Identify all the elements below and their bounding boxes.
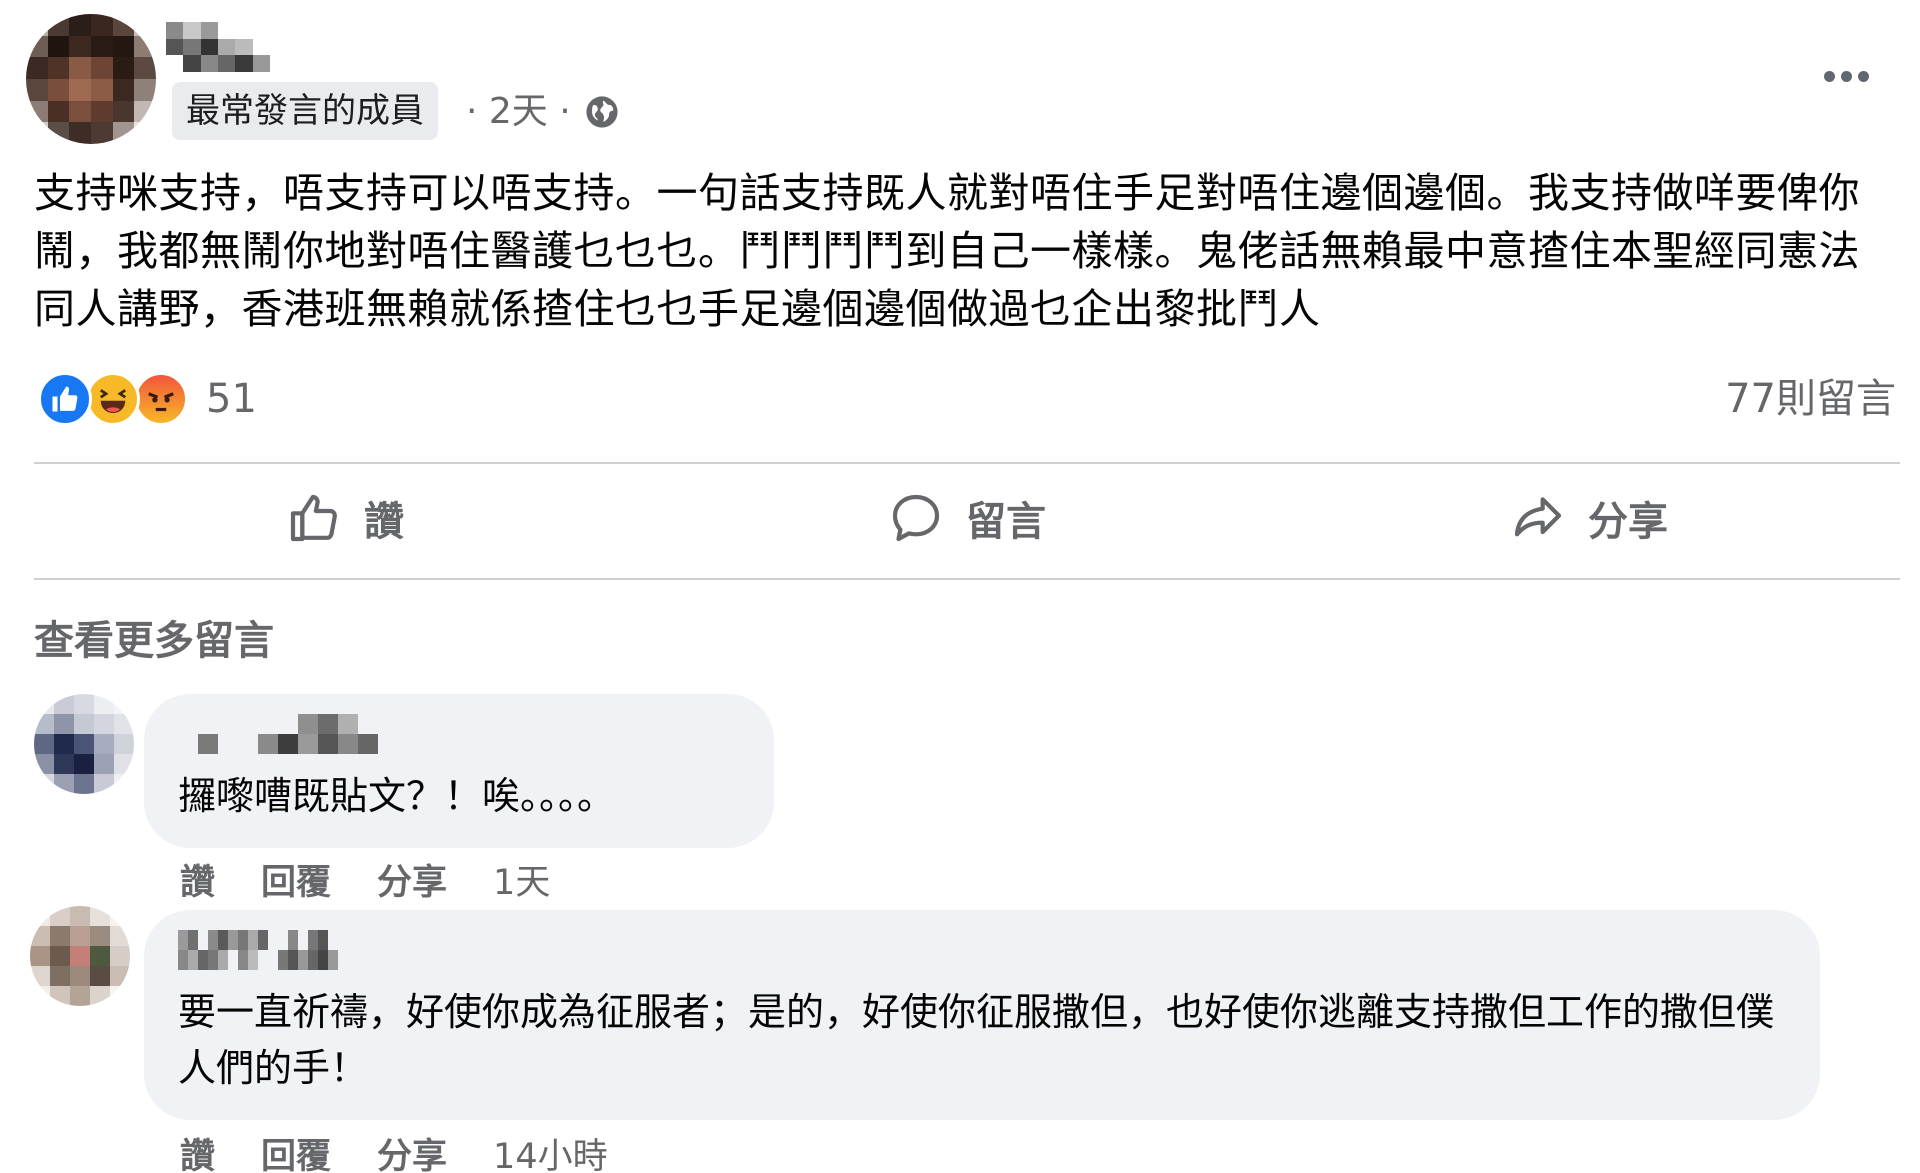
- poster-name-blurred[interactable]: [166, 22, 270, 72]
- share-button[interactable]: 分享: [1278, 462, 1900, 574]
- reactions-summary[interactable]: 51: [38, 370, 257, 428]
- like-button[interactable]: 讚: [34, 462, 656, 574]
- comment-share-button[interactable]: 分享: [377, 1128, 447, 1173]
- comments-count-link[interactable]: 77則留言: [1725, 370, 1896, 428]
- share-arrow-icon: [1514, 497, 1562, 537]
- comment-actions: 讚 回覆 分享 14小時: [180, 1128, 608, 1173]
- comment-time[interactable]: 1天: [493, 854, 550, 905]
- reaction-count[interactable]: 51: [206, 376, 257, 422]
- like-label: 讚: [364, 499, 404, 545]
- view-more-comments-link[interactable]: 查看更多留言: [34, 608, 274, 666]
- comment-time[interactable]: 14小時: [493, 1128, 608, 1173]
- comment-bubble: 攞嚟嘈既貼文？！唉。。。。: [144, 694, 774, 848]
- comment-button[interactable]: 留言: [656, 462, 1278, 574]
- comment-bubble: 要一直祈禱，好使你成為征服者；是的，好使你征服撒但，也好使你逃離支持撒但工作的撒…: [144, 910, 1820, 1120]
- comment-share-button[interactable]: 分享: [377, 854, 447, 905]
- more-options-icon[interactable]: [1816, 56, 1876, 96]
- angry-icon: [134, 372, 188, 426]
- divider-bottom: [34, 578, 1900, 580]
- comment-text: 要一直祈禱，好使你成為征服者；是的，好使你征服撒但，也好使你逃離支持撒但工作的撒…: [178, 990, 1775, 1090]
- commenter-avatar[interactable]: [30, 906, 130, 1006]
- like-icon: [38, 372, 92, 426]
- globe-icon: [586, 96, 618, 128]
- post-body: 支持咪支持，唔支持可以唔支持。一句話支持既人就對唔住手足對唔住邊個邊個。我支持做…: [34, 169, 1860, 333]
- comment-like-button[interactable]: 讚: [180, 1128, 215, 1173]
- post-actions-bar: 讚 留言 分享: [34, 462, 1900, 574]
- post-time[interactable]: · 2天 ·: [466, 84, 571, 140]
- commenter-name-blurred[interactable]: [178, 930, 1786, 970]
- haha-icon: [86, 372, 140, 426]
- comment-text: 攞嚟嘈既貼文？！唉。。。。: [178, 774, 616, 818]
- post-meta: · 2天 ·: [466, 84, 619, 140]
- comment-reply-button[interactable]: 回覆: [261, 1128, 331, 1173]
- thumbs-up-icon: [290, 494, 337, 542]
- comment-bubble-icon: [892, 494, 940, 542]
- comment-label: 留言: [966, 499, 1046, 545]
- poster-avatar[interactable]: [26, 14, 156, 144]
- comment-like-button[interactable]: 讚: [180, 854, 215, 905]
- share-label: 分享: [1588, 499, 1668, 545]
- commenter-avatar[interactable]: [34, 694, 134, 794]
- comment-actions: 讚 回覆 分享 1天: [180, 854, 550, 905]
- comment-reply-button[interactable]: 回覆: [261, 854, 331, 905]
- top-contributor-badge[interactable]: 最常發言的成員: [172, 82, 438, 140]
- commenter-name-blurred[interactable]: [198, 714, 740, 754]
